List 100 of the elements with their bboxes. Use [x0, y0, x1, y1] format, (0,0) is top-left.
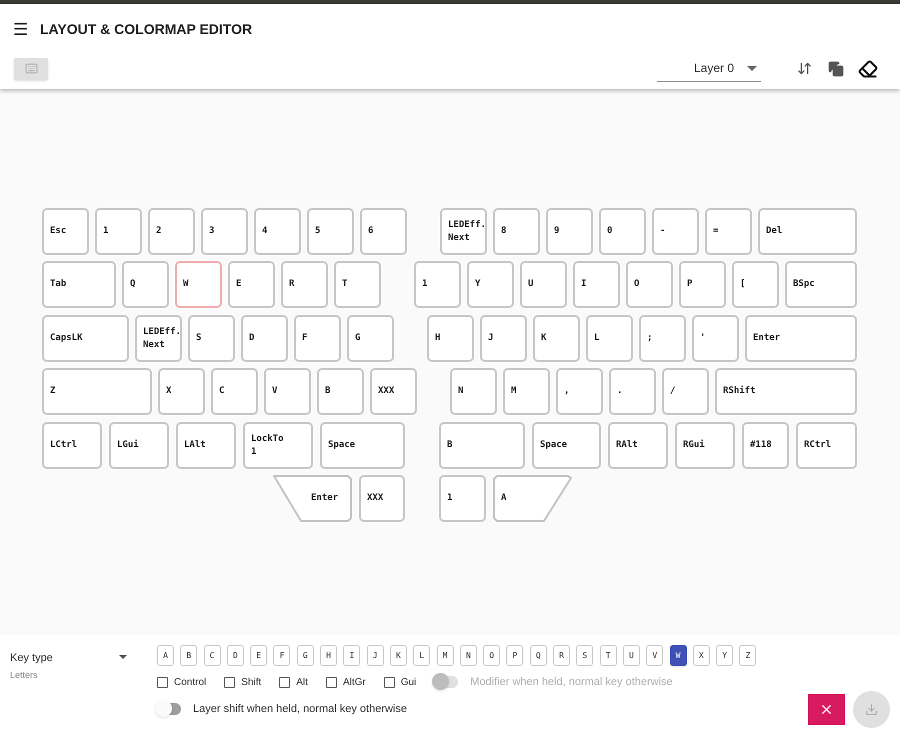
- keyboard-key[interactable]: M: [503, 368, 550, 415]
- layer-select[interactable]: Layer 0: [657, 56, 761, 82]
- keyboard-key[interactable]: ,: [556, 368, 603, 415]
- letter-button[interactable]: P: [506, 645, 524, 666]
- letter-button[interactable]: W: [670, 645, 687, 666]
- letter-button[interactable]: H: [320, 645, 338, 666]
- keyboard-key[interactable]: S: [188, 315, 235, 362]
- keyboard-key[interactable]: #118: [742, 422, 789, 469]
- keyboard-key[interactable]: RCtrl: [796, 422, 857, 469]
- keyboard-key[interactable]: Space: [320, 422, 405, 469]
- swap-arrows-icon[interactable]: [797, 61, 812, 76]
- keyboard-key[interactable]: XXX: [370, 368, 417, 415]
- keyboard-key[interactable]: P: [679, 261, 726, 308]
- letter-button[interactable]: A: [157, 645, 174, 666]
- letter-button[interactable]: M: [436, 645, 454, 666]
- letter-button[interactable]: O: [483, 645, 500, 666]
- keyboard-key[interactable]: C: [211, 368, 258, 415]
- letter-button[interactable]: C: [204, 645, 221, 666]
- key-type-select[interactable]: Key type Letters: [10, 650, 127, 684]
- keyboard-key[interactable]: 1: [95, 208, 142, 255]
- letter-button[interactable]: D: [226, 645, 244, 666]
- letter-button[interactable]: K: [390, 645, 407, 666]
- checkbox[interactable]: [224, 676, 236, 688]
- keyboard-key[interactable]: ': [692, 315, 739, 362]
- letter-button[interactable]: V: [646, 645, 664, 666]
- keyboard-key[interactable]: Q: [122, 261, 169, 308]
- letter-button[interactable]: E: [250, 645, 268, 666]
- checkbox[interactable]: [384, 676, 395, 688]
- letter-button[interactable]: Q: [530, 645, 547, 666]
- keyboard-key[interactable]: B: [317, 368, 364, 415]
- keyboard-key[interactable]: Del: [758, 208, 857, 255]
- keyboard-key[interactable]: H: [427, 315, 474, 362]
- letter-button[interactable]: L: [413, 645, 430, 666]
- keyboard-key[interactable]: L: [586, 315, 633, 362]
- keyboard-key[interactable]: LGui: [109, 422, 169, 469]
- letter-button[interactable]: I: [343, 645, 360, 666]
- keyboard-key[interactable]: Tab: [42, 261, 116, 308]
- keyboard-key[interactable]: LCtrl: [42, 422, 102, 469]
- letter-button[interactable]: J: [366, 645, 384, 666]
- keyboard-key[interactable]: LEDEff. Next: [135, 315, 182, 362]
- letter-button[interactable]: U: [622, 645, 640, 666]
- keyboard-key[interactable]: 3: [201, 208, 248, 255]
- keyboard-key[interactable]: X: [158, 368, 205, 415]
- keyboard-key[interactable]: U: [520, 261, 567, 308]
- keyboard-key[interactable]: 8: [493, 208, 540, 255]
- copy-icon[interactable]: [828, 60, 844, 76]
- checkbox[interactable]: [279, 676, 290, 688]
- checkbox[interactable]: [157, 676, 168, 688]
- letter-button[interactable]: Y: [716, 645, 734, 666]
- keyboard-key[interactable]: [: [732, 261, 779, 308]
- keyboard-key[interactable]: RAlt: [608, 422, 668, 469]
- keyboard-key[interactable]: Y: [467, 261, 514, 308]
- keyboard-key[interactable]: A: [493, 475, 572, 522]
- keyboard-key[interactable]: =: [705, 208, 752, 255]
- keyboard-key[interactable]: Enter: [745, 315, 857, 362]
- keyboard-key[interactable]: Space: [532, 422, 601, 469]
- keyboard-key[interactable]: V: [264, 368, 311, 415]
- checkbox[interactable]: [326, 676, 337, 688]
- keyboard-key[interactable]: F: [294, 315, 341, 362]
- keyboard-key[interactable]: Enter: [273, 475, 352, 522]
- keyboard-key[interactable]: /: [662, 368, 709, 415]
- keyboard-key[interactable]: -: [652, 208, 699, 255]
- letter-button[interactable]: T: [600, 645, 617, 666]
- keyboard-key[interactable]: K: [533, 315, 580, 362]
- letter-button[interactable]: F: [273, 645, 290, 666]
- letter-button[interactable]: X: [692, 645, 710, 666]
- keyboard-key[interactable]: RShift: [715, 368, 857, 415]
- keyboard-key[interactable]: .: [609, 368, 656, 415]
- keyboard-key[interactable]: Z: [42, 368, 152, 415]
- keyboard-key[interactable]: 0: [599, 208, 646, 255]
- keyboard-key[interactable]: R: [281, 261, 328, 308]
- letter-button[interactable]: N: [460, 645, 477, 666]
- letter-button[interactable]: G: [296, 645, 314, 666]
- keyboard-key[interactable]: ;: [639, 315, 686, 362]
- letter-button[interactable]: R: [553, 645, 570, 666]
- keyboard-key[interactable]: 5: [307, 208, 354, 255]
- letter-button[interactable]: B: [180, 645, 198, 666]
- keyboard-key[interactable]: J: [480, 315, 527, 362]
- keyboard-key[interactable]: 4: [254, 208, 301, 255]
- keyboard-key[interactable]: B: [439, 422, 525, 469]
- keyboard-key[interactable]: N: [450, 368, 497, 415]
- letter-button[interactable]: Z: [739, 645, 756, 666]
- keyboard-key[interactable]: D: [241, 315, 288, 362]
- toggle-switch[interactable]: [157, 702, 181, 716]
- keyboard-key[interactable]: XXX: [359, 475, 405, 522]
- keyboard-key[interactable]: 9: [546, 208, 593, 255]
- keyboard-key[interactable]: LEDEff. Next: [440, 208, 487, 255]
- keyboard-key[interactable]: I: [573, 261, 620, 308]
- keyboard-key[interactable]: Esc: [42, 208, 89, 255]
- keyboard-key[interactable]: RGui: [675, 422, 735, 469]
- keyboard-key[interactable]: T: [334, 261, 381, 308]
- keyboard-key[interactable]: 1: [439, 475, 486, 522]
- keyboard-key[interactable]: G: [347, 315, 394, 362]
- keyboard-key[interactable]: LockTo 1: [243, 422, 313, 469]
- keyboard-key[interactable]: CapsLK: [42, 315, 129, 362]
- keyboard-key[interactable]: 1: [414, 261, 461, 308]
- keyboard-key[interactable]: W: [175, 261, 222, 308]
- letter-button[interactable]: S: [576, 645, 594, 666]
- keyboard-key[interactable]: BSpc: [785, 261, 857, 308]
- keyboard-key[interactable]: O: [626, 261, 673, 308]
